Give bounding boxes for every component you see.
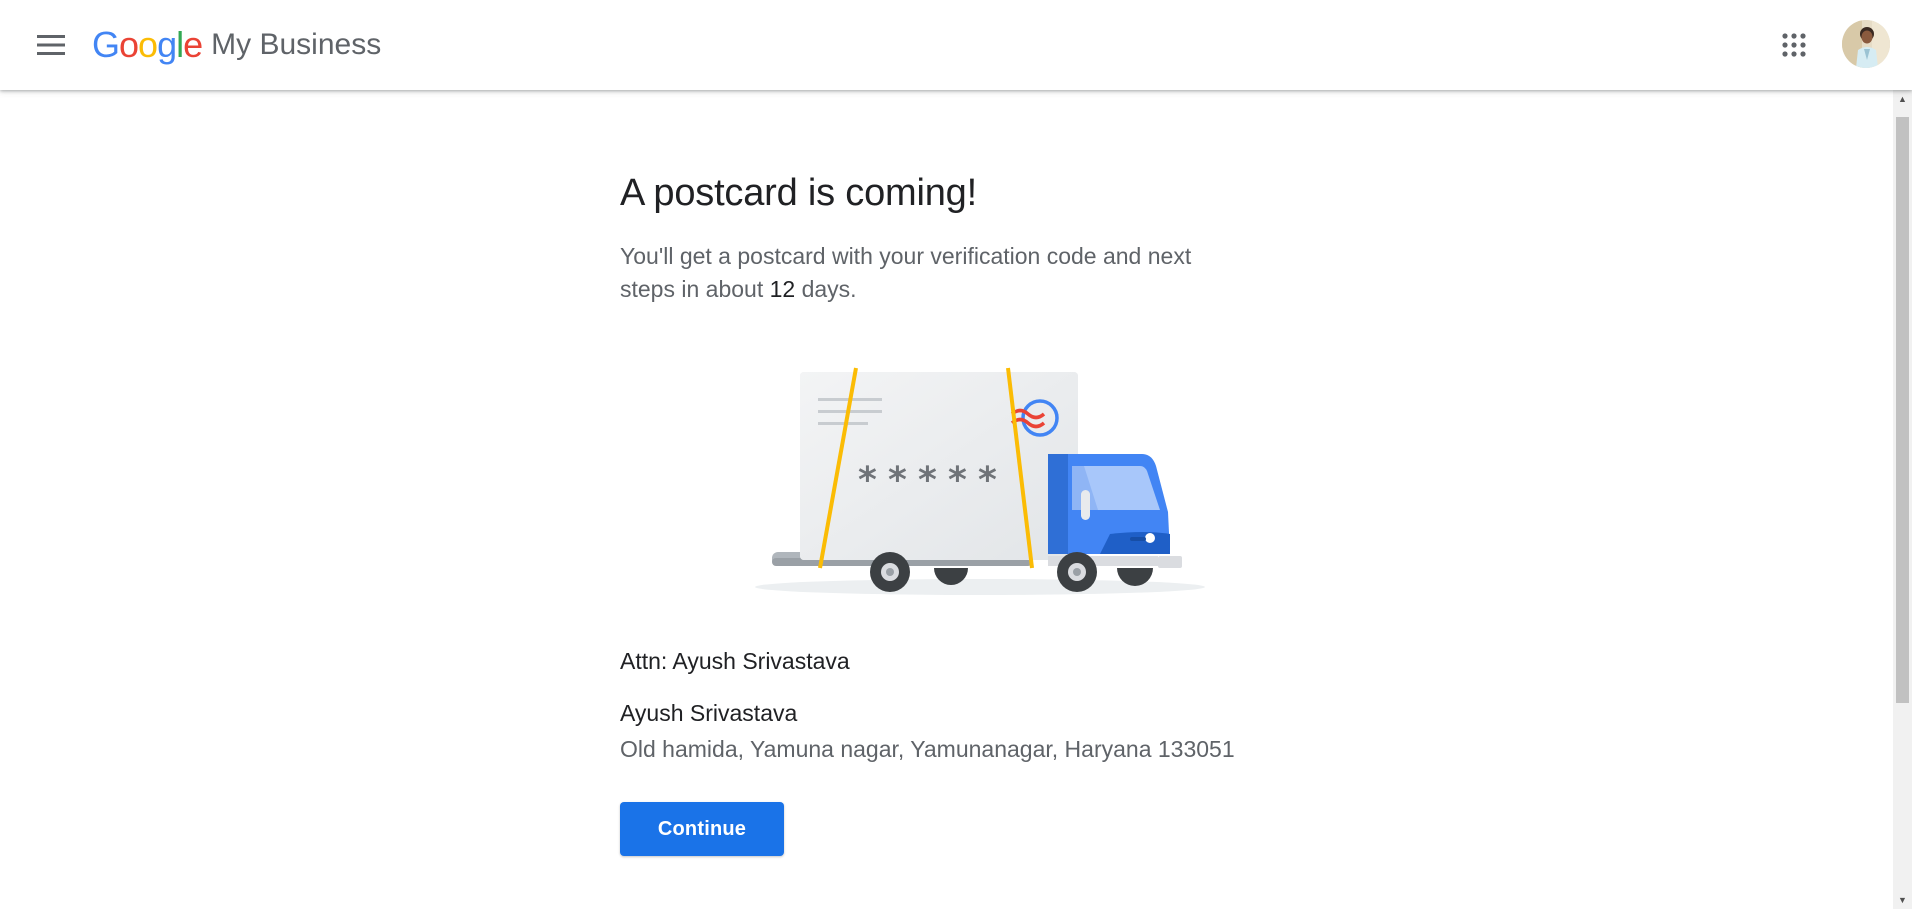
- brand-product-name: My Business: [211, 28, 382, 61]
- page-title: A postcard is coming!: [620, 172, 977, 214]
- brand-letter: e: [183, 24, 203, 65]
- scroll-down-arrow-icon[interactable]: ▼: [1893, 891, 1912, 909]
- scrollbar-thumb[interactable]: [1896, 117, 1909, 703]
- google-wordmark: Google: [92, 24, 203, 65]
- page-content: A postcard is coming! You'll get a postc…: [0, 90, 1912, 909]
- attention-line: Attn: Ayush Srivastava: [620, 648, 850, 674]
- account-avatar[interactable]: [1842, 20, 1890, 68]
- page-scrollbar[interactable]: ▲ ▼: [1893, 90, 1912, 909]
- top-app-bar: Google My Business: [0, 0, 1912, 90]
- continue-button[interactable]: Continue: [620, 802, 784, 856]
- scroll-up-arrow-icon[interactable]: ▲: [1893, 90, 1912, 108]
- google-apps-button[interactable]: [1770, 21, 1818, 69]
- front-bumper: [1158, 556, 1182, 568]
- postcard-line: [818, 422, 868, 425]
- recipient-address: Old hamida, Yamuna nagar, Yamunanagar, H…: [620, 736, 1235, 762]
- svg-text:*: *: [918, 460, 937, 501]
- wheel-rear-left: [870, 552, 910, 592]
- brand-letter: G: [92, 24, 120, 65]
- brand-logo[interactable]: Google My Business: [92, 20, 381, 70]
- brand-letter: o: [119, 24, 139, 65]
- wheel-front-left: [1057, 552, 1097, 592]
- svg-text:*: *: [948, 460, 967, 501]
- hamburger-menu-icon: [37, 35, 65, 55]
- days-count: 12: [769, 276, 796, 302]
- subtitle-text-start: You'll get a postcard with your verifica…: [620, 243, 1192, 302]
- recipient-name: Ayush Srivastava: [620, 700, 798, 726]
- brand-letter: g: [157, 24, 177, 65]
- apps-grid-icon: [1782, 33, 1806, 57]
- main-menu-button[interactable]: [24, 21, 78, 69]
- svg-text:*: *: [978, 460, 997, 501]
- postcard-truck-illustration: * * * * *: [750, 362, 1210, 602]
- svg-text:*: *: [858, 460, 877, 501]
- avatar-image: [1842, 20, 1890, 68]
- svg-text:*: *: [888, 460, 907, 501]
- brand-letter: l: [176, 24, 184, 65]
- subtitle-text-end: days.: [795, 276, 857, 302]
- postcard-info-text: You'll get a postcard with your verifica…: [620, 240, 1240, 306]
- brand-letter: o: [138, 24, 158, 65]
